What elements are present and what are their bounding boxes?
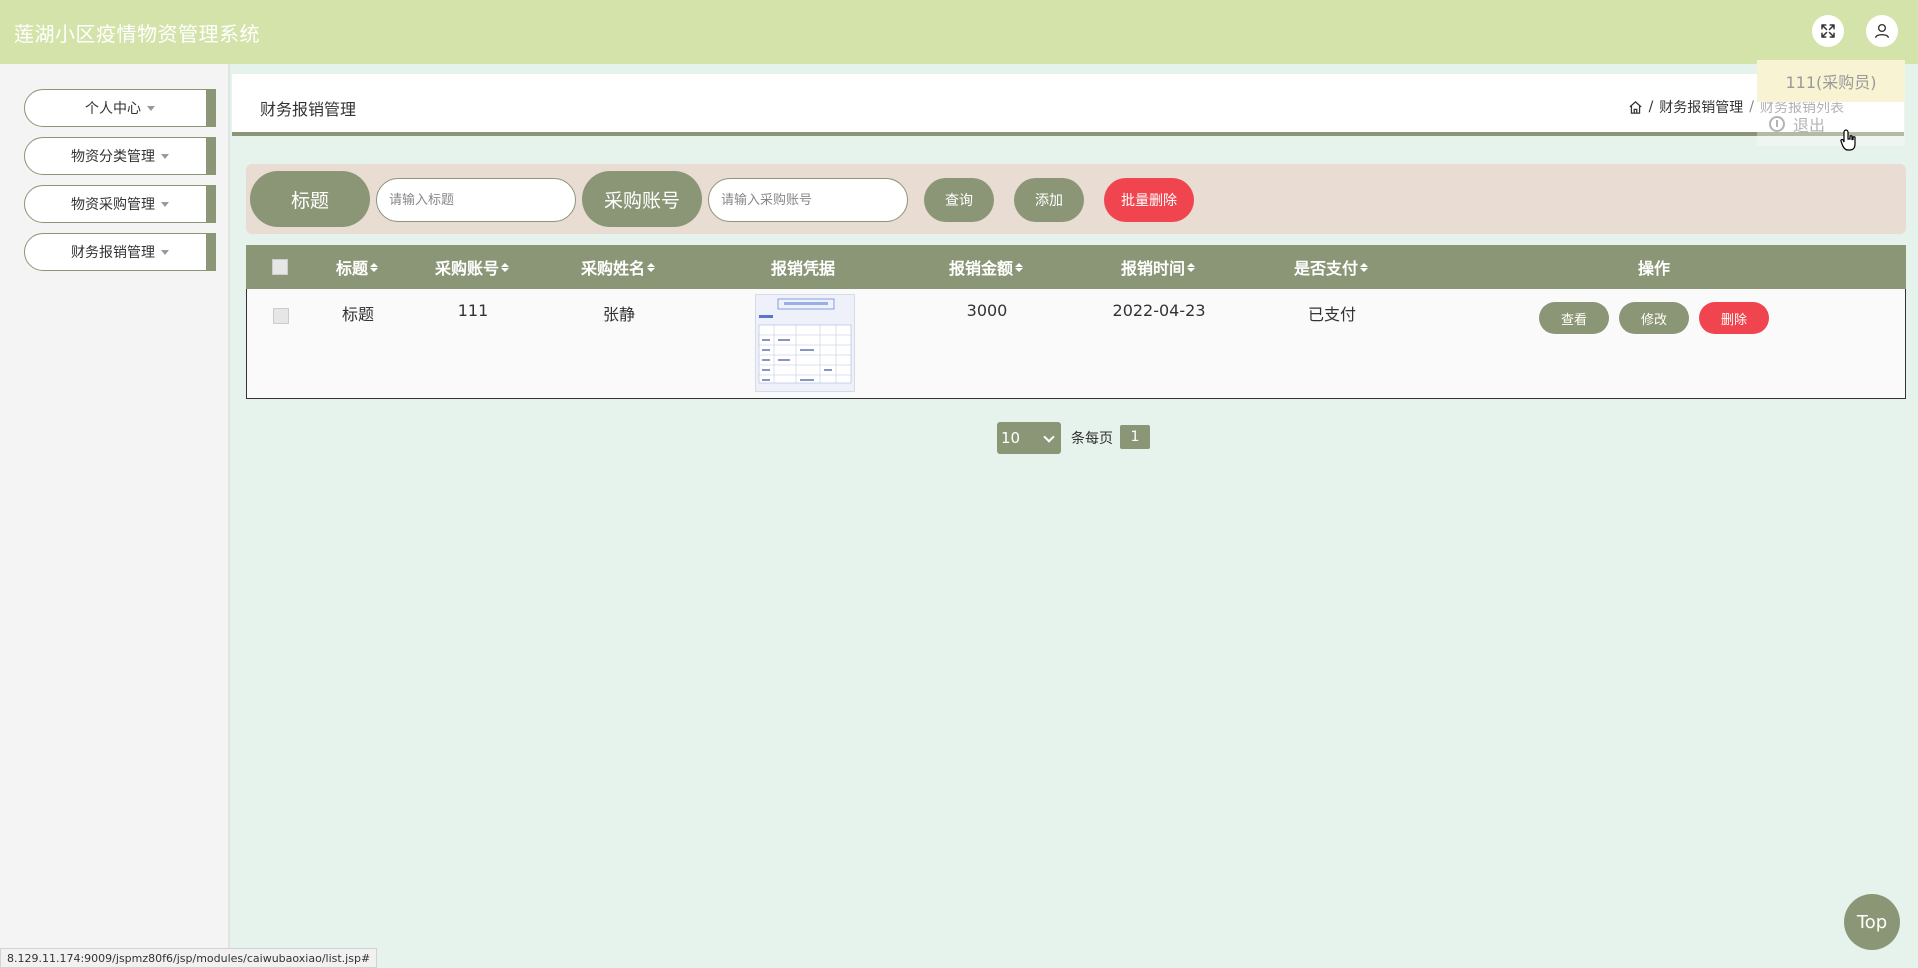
cell-amount: 3000 bbox=[966, 301, 1008, 320]
user-dropdown: 111(采购员) 退出 bbox=[1757, 60, 1905, 146]
user-icon bbox=[1874, 23, 1890, 39]
back-to-top-button[interactable]: Top bbox=[1844, 894, 1900, 950]
per-page-label: 条每页 bbox=[1071, 431, 1113, 447]
cell-paid: 已支付 bbox=[1307, 305, 1357, 324]
cell-time: 2022-04-23 bbox=[1112, 301, 1206, 320]
app-title: 莲湖小区疫情物资管理系统 bbox=[14, 22, 260, 46]
cell-name: 张静 bbox=[602, 305, 636, 324]
breadcrumb-separator: / bbox=[1648, 99, 1654, 115]
sidebar: 个人中心 物资分类管理 物资采购管理 财务报销管理 bbox=[0, 64, 230, 968]
cell-title: 标题 bbox=[341, 305, 375, 324]
expand-icon bbox=[1821, 24, 1835, 38]
delete-button[interactable]: 删除 bbox=[1699, 302, 1769, 334]
receipt-thumbnail[interactable] bbox=[755, 294, 855, 392]
sort-icon bbox=[1187, 262, 1196, 272]
page-size-value: 10 bbox=[1001, 429, 1021, 447]
column-header-paid[interactable]: 是否支付 bbox=[1294, 245, 1369, 289]
column-header-receipt: 报销凭据 bbox=[770, 259, 836, 278]
sidebar-item-label: 物资分类管理 bbox=[71, 149, 155, 165]
sidebar-item-label: 财务报销管理 bbox=[71, 245, 155, 261]
column-header-time[interactable]: 报销时间 bbox=[1121, 245, 1196, 289]
edit-button[interactable]: 修改 bbox=[1619, 302, 1689, 334]
sort-icon bbox=[1015, 262, 1024, 272]
sort-icon bbox=[501, 262, 510, 272]
breadcrumb-section[interactable]: 财务报销管理 bbox=[1659, 97, 1743, 117]
sidebar-item-finance-reimbursement[interactable]: 财务报销管理 bbox=[24, 233, 216, 271]
top-header: 莲湖小区疫情物资管理系统 bbox=[0, 0, 1918, 64]
reimbursement-table: 标题 采购账号 采购姓名 报销凭据 报销金额 报销时间 是否支付 操作 标题 1… bbox=[246, 245, 1906, 399]
sidebar-item-category-management[interactable]: 物资分类管理 bbox=[24, 137, 216, 175]
select-all-checkbox[interactable] bbox=[272, 259, 288, 275]
status-bar-url: 8.129.11.174:9009/jspmz80f6/jsp/modules/… bbox=[0, 948, 378, 968]
chevron-down-icon bbox=[1043, 431, 1055, 443]
user-button[interactable] bbox=[1866, 15, 1898, 47]
title-filter-label: 标题 bbox=[250, 171, 370, 227]
page-header: 财务报销管理 / 财务报销管理 / 财务报销列表 bbox=[232, 74, 1904, 136]
query-button[interactable]: 查询 bbox=[924, 178, 994, 222]
search-bar: 标题 采购账号 查询 添加 批量删除 bbox=[246, 164, 1906, 234]
caret-down-icon bbox=[161, 201, 169, 207]
fullscreen-button[interactable] bbox=[1812, 15, 1844, 47]
cell-account: 111 bbox=[457, 301, 489, 320]
caret-down-icon bbox=[147, 105, 155, 111]
sidebar-item-label: 个人中心 bbox=[85, 101, 141, 117]
sidebar-item-personal-center[interactable]: 个人中心 bbox=[24, 89, 216, 127]
column-header-title[interactable]: 标题 bbox=[336, 245, 379, 289]
sort-icon bbox=[1360, 262, 1369, 272]
account-filter-label: 采购账号 bbox=[582, 171, 702, 227]
account-search-input[interactable] bbox=[708, 178, 908, 222]
page-size-select[interactable]: 10 bbox=[997, 422, 1061, 454]
view-button[interactable]: 查看 bbox=[1539, 302, 1609, 334]
title-search-input[interactable] bbox=[376, 178, 576, 222]
column-header-amount[interactable]: 报销金额 bbox=[949, 245, 1024, 289]
logout-label: 退出 bbox=[1793, 116, 1826, 135]
column-header-account[interactable]: 采购账号 bbox=[435, 245, 510, 289]
row-checkbox[interactable] bbox=[273, 308, 289, 324]
caret-down-icon bbox=[161, 153, 169, 159]
breadcrumb-separator: / bbox=[1749, 99, 1754, 115]
username-label: 111(采购员) bbox=[1757, 60, 1905, 102]
sidebar-item-purchase-management[interactable]: 物资采购管理 bbox=[24, 185, 216, 223]
column-header-name[interactable]: 采购姓名 bbox=[581, 245, 656, 289]
sort-icon bbox=[647, 262, 656, 272]
page-number-1[interactable]: 1 bbox=[1120, 425, 1150, 449]
home-icon[interactable] bbox=[1628, 100, 1643, 115]
power-icon bbox=[1769, 116, 1785, 132]
add-button[interactable]: 添加 bbox=[1014, 178, 1084, 222]
sort-icon bbox=[370, 262, 379, 272]
table-header: 标题 采购账号 采购姓名 报销凭据 报销金额 报销时间 是否支付 操作 bbox=[246, 245, 1906, 289]
receipt-image bbox=[758, 298, 852, 384]
batch-delete-button[interactable]: 批量删除 bbox=[1104, 178, 1194, 222]
sidebar-item-label: 物资采购管理 bbox=[71, 197, 155, 213]
logout-item[interactable]: 退出 bbox=[1757, 102, 1905, 146]
caret-down-icon bbox=[161, 249, 169, 255]
column-header-actions: 操作 bbox=[1637, 259, 1671, 278]
hand-cursor-icon bbox=[1840, 129, 1856, 151]
page-title: 财务报销管理 bbox=[260, 100, 357, 119]
